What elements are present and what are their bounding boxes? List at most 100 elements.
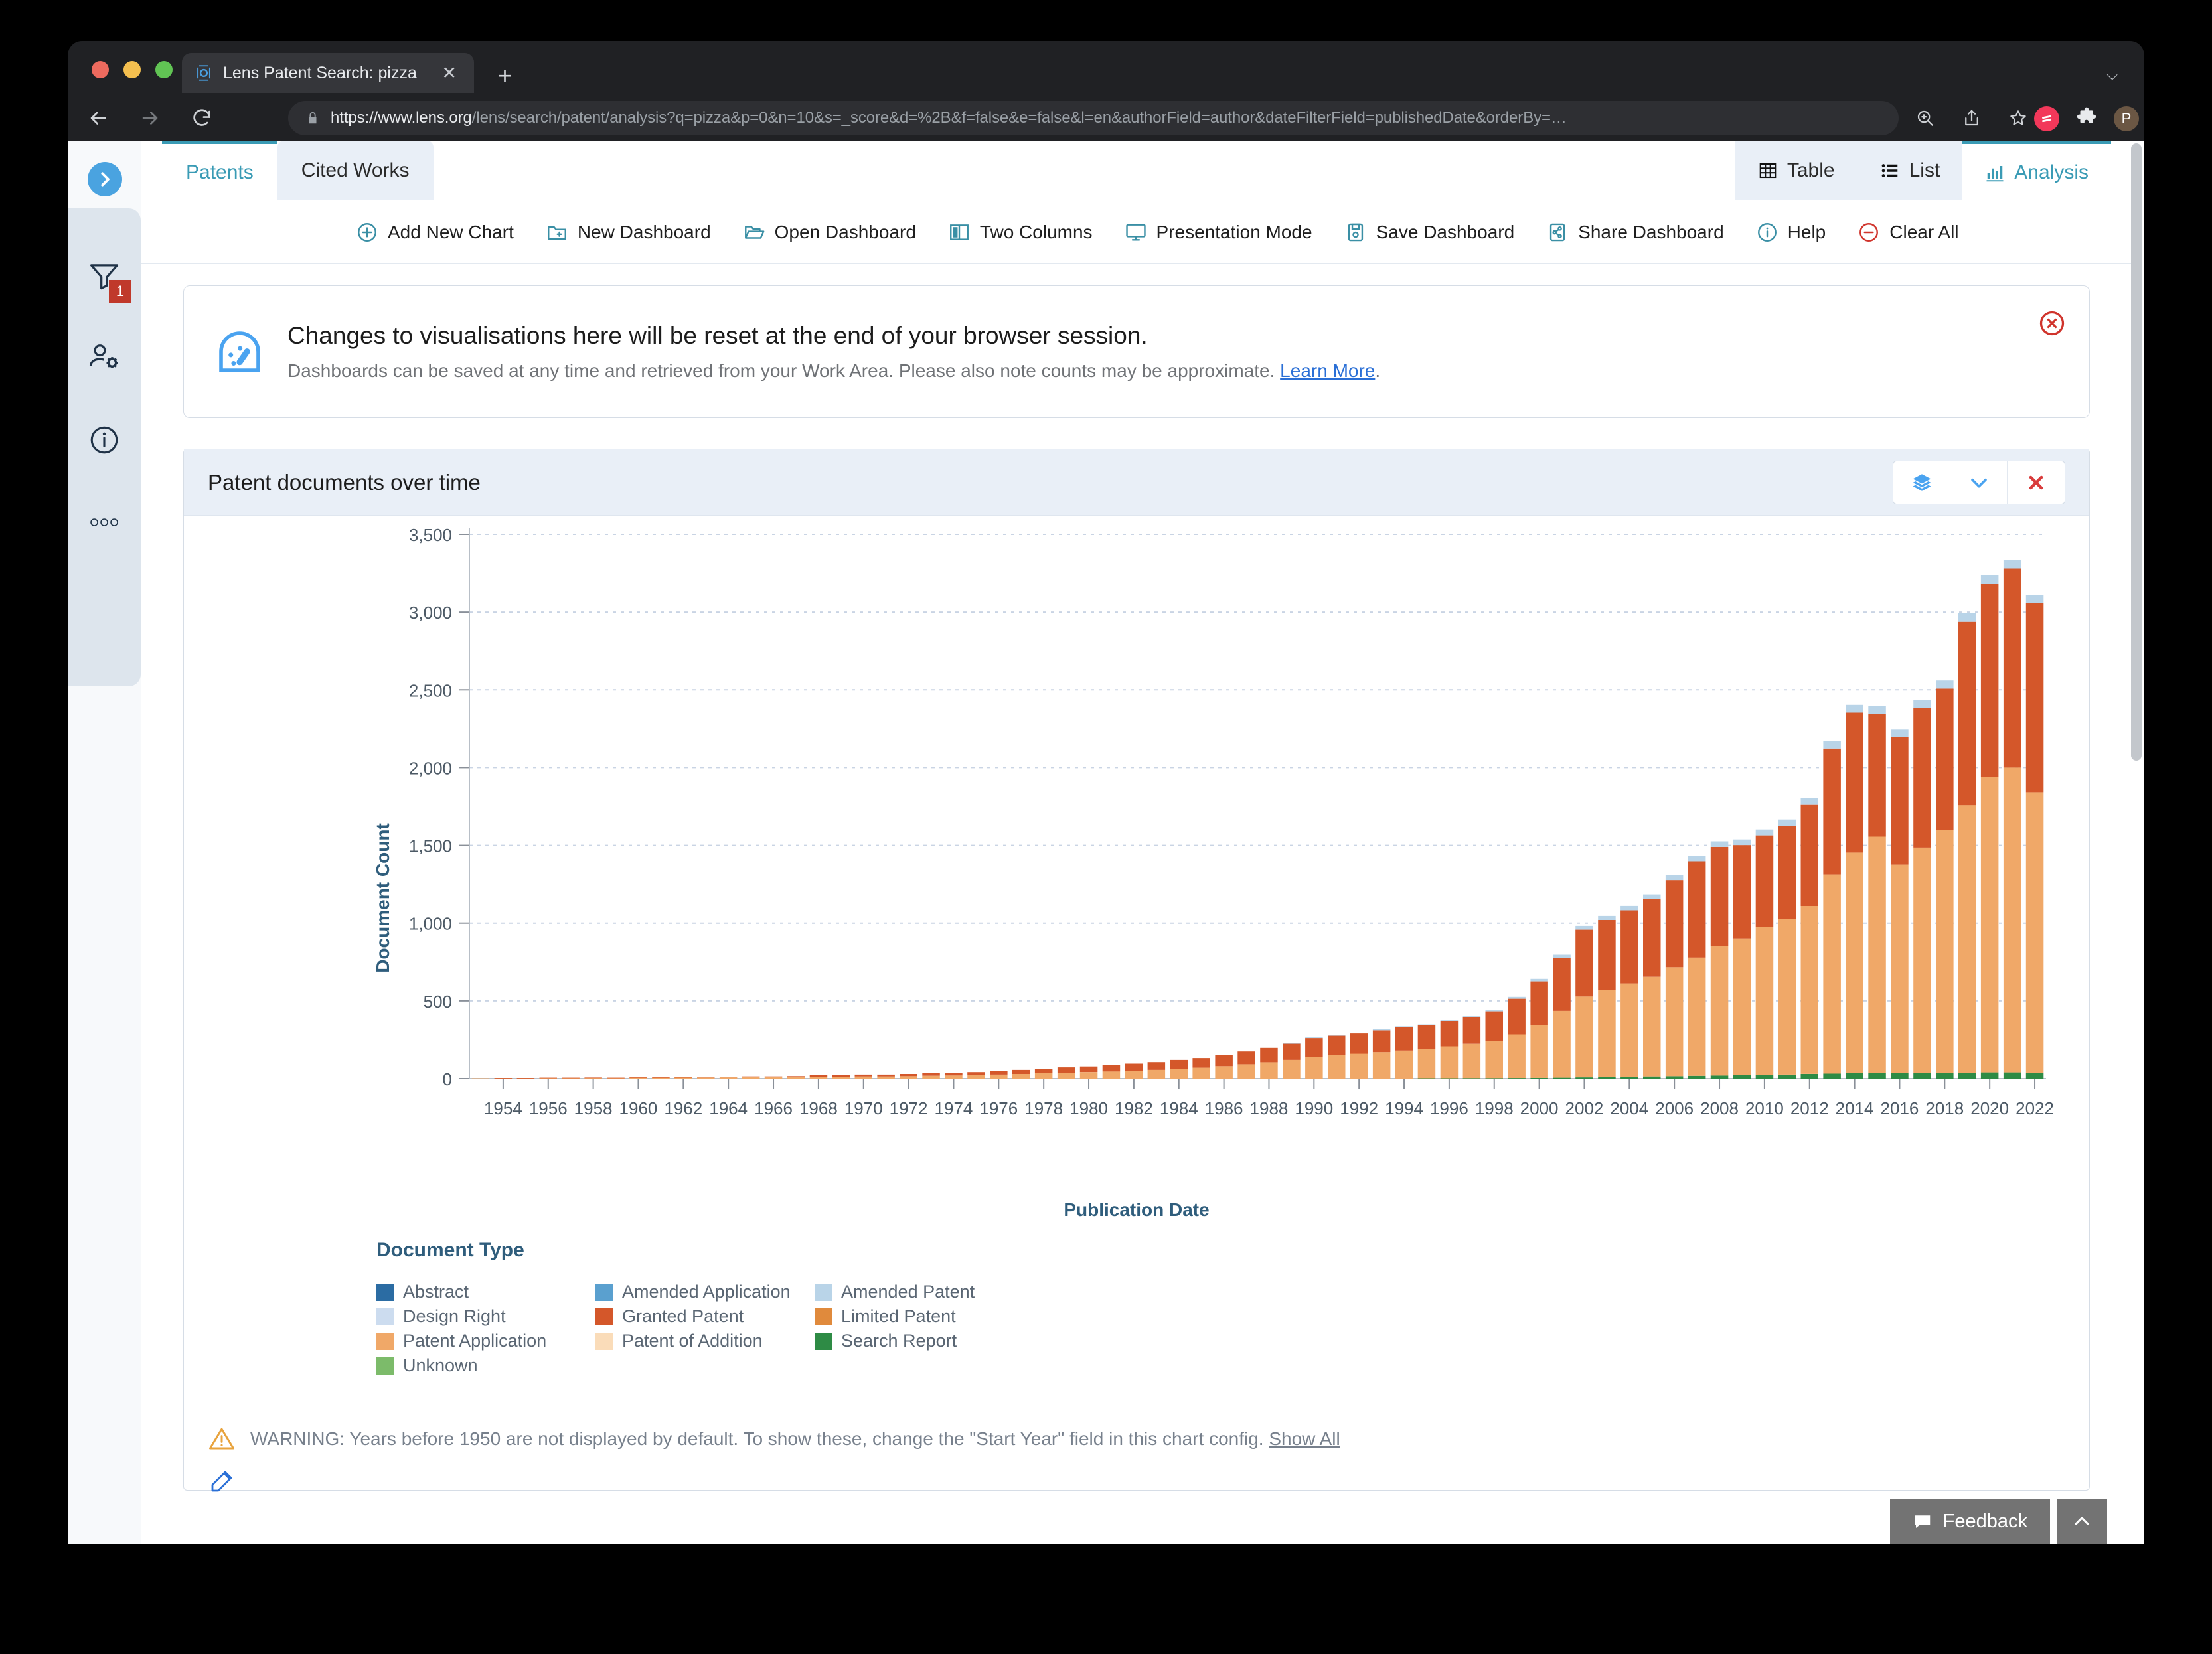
bar-stack[interactable]: [1823, 741, 1841, 1079]
legend-item[interactable]: Limited Patent: [815, 1306, 1034, 1327]
bar-stack[interactable]: [1643, 894, 1661, 1079]
tab-cited-works[interactable]: Cited Works: [277, 141, 434, 200]
presentation-mode-button[interactable]: Presentation Mode: [1109, 221, 1328, 244]
bar-stack[interactable]: [719, 1077, 738, 1079]
learn-more-link[interactable]: Learn More: [1280, 360, 1375, 381]
remove-button[interactable]: [2008, 461, 2065, 504]
bar-stack[interactable]: [674, 1077, 692, 1079]
sidebar-item-info[interactable]: [68, 404, 141, 477]
legend-item[interactable]: Amended Patent: [815, 1282, 1034, 1302]
bar-stack[interactable]: [1733, 839, 1751, 1079]
bar-stack[interactable]: [1079, 1066, 1098, 1079]
bar-stack[interactable]: [900, 1074, 917, 1079]
bar-stack[interactable]: [1553, 954, 1571, 1079]
bar-stack[interactable]: [1417, 1024, 1436, 1079]
bar-stack[interactable]: [990, 1071, 1008, 1079]
bar-stack[interactable]: [1328, 1035, 1346, 1079]
clear-all-button[interactable]: Clear All: [1842, 221, 1974, 244]
legend-item[interactable]: Patent of Addition: [595, 1331, 815, 1351]
bar-stack[interactable]: [629, 1077, 647, 1079]
sidebar-item-user-settings[interactable]: [68, 321, 141, 394]
profile-avatar[interactable]: P: [2114, 106, 2139, 131]
bar-stack[interactable]: [1598, 915, 1616, 1079]
bar-stack[interactable]: [1057, 1067, 1075, 1079]
reload-button[interactable]: [186, 102, 218, 134]
bar-stack[interactable]: [1755, 829, 1774, 1079]
bar-stack[interactable]: [494, 1078, 513, 1079]
bar-stack[interactable]: [562, 1077, 580, 1079]
bar-stack[interactable]: [1508, 996, 1526, 1079]
scroll-to-top-button[interactable]: [2057, 1499, 2107, 1544]
bar-stack[interactable]: [1800, 798, 1819, 1079]
save-dashboard-button[interactable]: Save Dashboard: [1328, 221, 1531, 244]
legend-item[interactable]: Granted Patent: [595, 1306, 815, 1327]
bar-stack[interactable]: [1147, 1062, 1166, 1079]
share-dashboard-button[interactable]: Share Dashboard: [1530, 221, 1739, 244]
show-all-link[interactable]: Show All: [1269, 1428, 1340, 1449]
share-icon[interactable]: [1957, 104, 1986, 133]
window-controls[interactable]: [92, 61, 173, 78]
bar-stack[interactable]: [1868, 706, 1886, 1079]
bar-stack[interactable]: [945, 1073, 963, 1079]
bar-stack[interactable]: [1958, 613, 1976, 1079]
browser-tab[interactable]: Lens Patent Search: pizza ✕: [182, 53, 474, 93]
bar-stack[interactable]: [1710, 841, 1729, 1079]
edit-pencil-icon[interactable]: [208, 1467, 236, 1495]
bar-stack[interactable]: [1215, 1055, 1233, 1079]
tab-list[interactable]: List: [1857, 141, 1963, 200]
bar-stack[interactable]: [764, 1076, 783, 1079]
legend-item[interactable]: Patent Application: [376, 1331, 595, 1351]
bar-stack[interactable]: [1485, 1010, 1504, 1079]
bar-stack[interactable]: [1012, 1069, 1030, 1079]
address-bar[interactable]: https://www.lens.org/lens/search/patent/…: [288, 101, 1899, 135]
legend-item[interactable]: Unknown: [376, 1355, 595, 1376]
extension-pink-icon[interactable]: [2034, 106, 2059, 131]
bar-stack[interactable]: [1395, 1026, 1413, 1079]
open-dashboard-button[interactable]: Open Dashboard: [727, 221, 932, 244]
bar-stack[interactable]: [1575, 925, 1593, 1079]
bar-stack[interactable]: [2025, 595, 2044, 1079]
bar-stack[interactable]: [1665, 875, 1684, 1079]
help-button[interactable]: Help: [1740, 221, 1842, 244]
bar-stack[interactable]: [787, 1076, 805, 1079]
bar-stack[interactable]: [1237, 1051, 1255, 1079]
add-new-chart-button[interactable]: Add New Chart: [340, 221, 530, 244]
legend-item[interactable]: Abstract: [376, 1282, 595, 1302]
chart-svg[interactable]: 0 500 1,000 1,500 2,000 2,500 3,000 3,500 1954 19…: [184, 521, 2089, 1185]
layers-button[interactable]: [1893, 461, 1950, 504]
bar-stack[interactable]: [1125, 1063, 1143, 1079]
minimize-window-button[interactable]: [123, 61, 141, 78]
sidebar-item-filter[interactable]: 1: [68, 239, 141, 312]
close-tab-button[interactable]: ✕: [436, 62, 462, 85]
two-columns-button[interactable]: Two Columns: [932, 221, 1109, 244]
bar-stack[interactable]: [967, 1072, 985, 1079]
bar-stack[interactable]: [2003, 560, 2021, 1079]
bar-stack[interactable]: [1034, 1069, 1053, 1079]
feedback-button[interactable]: Feedback: [1889, 1499, 2050, 1544]
bar-stack[interactable]: [854, 1074, 873, 1079]
forward-button[interactable]: [134, 102, 166, 134]
bar-stack[interactable]: [1440, 1020, 1459, 1079]
bar-stack[interactable]: [1846, 704, 1863, 1079]
bar-stack[interactable]: [1913, 700, 1931, 1079]
bar-stack[interactable]: [652, 1077, 670, 1079]
bar-stack[interactable]: [539, 1077, 558, 1079]
collapse-button[interactable]: [1950, 461, 2008, 504]
bar-stack[interactable]: [1260, 1047, 1278, 1079]
bar-stack[interactable]: [832, 1075, 850, 1079]
sidebar-item-expand-toggle[interactable]: [88, 162, 122, 196]
chevron-down-icon[interactable]: ⌵: [2106, 66, 2118, 84]
bar-stack[interactable]: [1305, 1037, 1323, 1079]
bar-stack[interactable]: [809, 1075, 828, 1079]
bar-stack[interactable]: [1170, 1059, 1188, 1079]
bar-stack[interactable]: [584, 1077, 602, 1079]
page-scrollbar[interactable]: [2131, 143, 2142, 761]
close-window-button[interactable]: [92, 61, 109, 78]
bar-stack[interactable]: [922, 1073, 940, 1079]
tab-patents[interactable]: Patents: [162, 141, 277, 200]
bar-stack[interactable]: [1350, 1033, 1368, 1079]
bookmark-star-icon[interactable]: [2004, 104, 2033, 133]
new-dashboard-button[interactable]: New Dashboard: [530, 221, 727, 244]
legend-item[interactable]: Search Report: [815, 1331, 1034, 1351]
bar-stack[interactable]: [1102, 1065, 1121, 1079]
